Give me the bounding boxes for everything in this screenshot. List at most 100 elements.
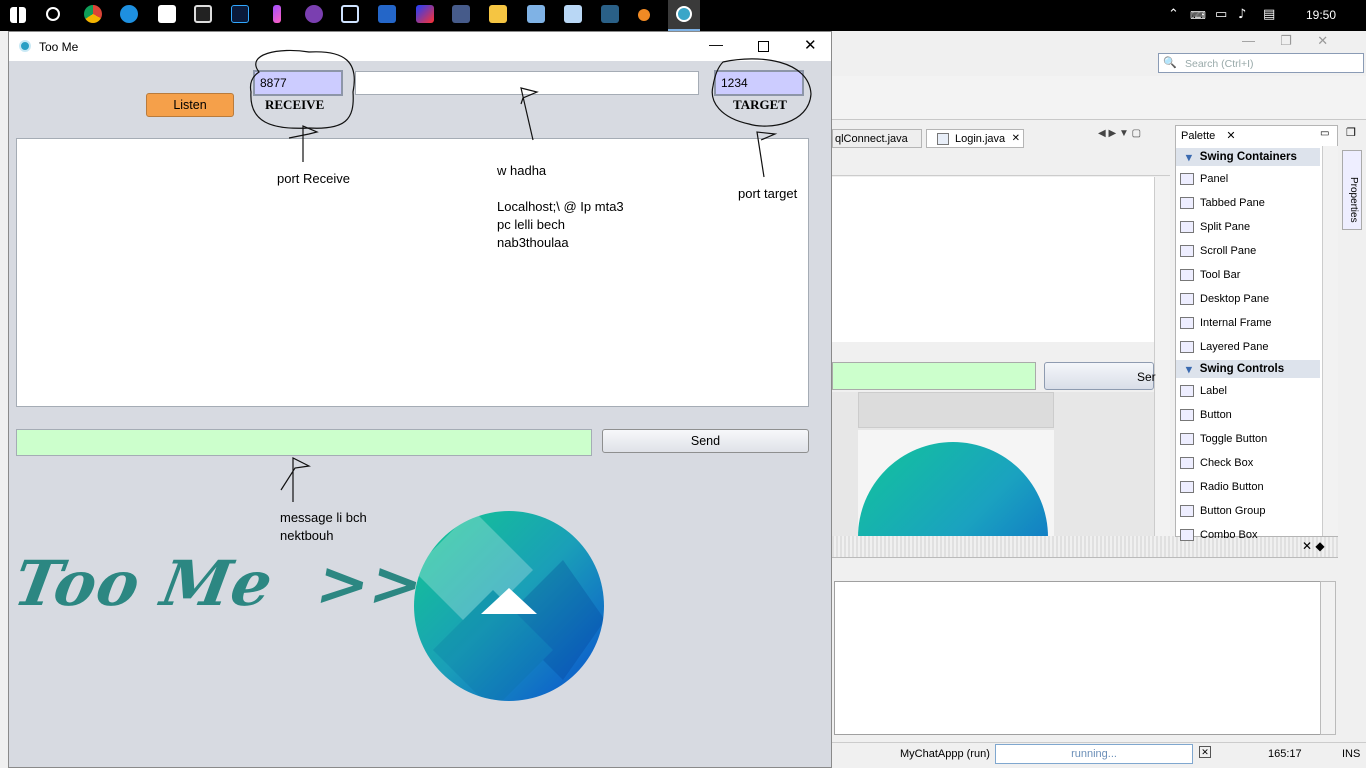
- notes-icon[interactable]: [527, 5, 545, 23]
- palette-item-label: Split Pane: [1200, 221, 1251, 233]
- tab-label: Login.java: [955, 133, 1006, 145]
- preview-bottom-area: [832, 392, 1154, 543]
- palette-item-label: Panel: [1200, 173, 1229, 185]
- design-scrollbar[interactable]: [1154, 177, 1170, 537]
- search-icon[interactable]: [46, 7, 60, 21]
- start-windows-icon[interactable]: [10, 7, 26, 23]
- tab-nav-arrows[interactable]: ◀ ▶ ▼ ▢: [1098, 128, 1168, 144]
- volume-icon[interactable]: ♪: [1238, 7, 1246, 22]
- splitter-close-icon[interactable]: ✕ ◆: [1302, 539, 1325, 553]
- palette-item-button[interactable]: Button: [1180, 404, 1232, 426]
- palette-item-label: Radio Button: [1200, 481, 1264, 493]
- palette-category-swing-containers[interactable]: ▾ Swing Containers: [1176, 148, 1320, 166]
- editor-toolbar: [832, 150, 1170, 176]
- palette-item-label: Label: [1200, 385, 1227, 397]
- editor-tab-sqlconnect[interactable]: qlConnect.java: [832, 129, 922, 148]
- palette-item-label: Layered Pane: [1200, 341, 1269, 353]
- palette-item-label: Internal Frame: [1200, 317, 1272, 329]
- annotation-port-target: port target: [738, 186, 798, 201]
- component-icon: [1180, 293, 1194, 305]
- bolt-icon[interactable]: [273, 5, 281, 23]
- palette-item-label: Tool Bar: [1200, 269, 1241, 281]
- editor-tab-login[interactable]: Login.java ✕: [926, 129, 1024, 148]
- palette-item-desktop-pane[interactable]: Desktop Pane: [1180, 288, 1269, 310]
- close-palette-icon[interactable]: ✕: [1226, 130, 1235, 142]
- media-icon[interactable]: [194, 5, 212, 23]
- component-icon: [1180, 481, 1194, 493]
- mysql-icon[interactable]: [601, 5, 619, 23]
- component-icon: [1180, 409, 1194, 421]
- component-icon: [1180, 221, 1194, 233]
- minimize-palette-icon[interactable]: ▭: [1320, 128, 1329, 139]
- palette-item-check-box[interactable]: Check Box: [1180, 452, 1253, 474]
- component-icon: [1180, 529, 1194, 541]
- ide-toolbar: [832, 76, 1366, 120]
- sphere-icon[interactable]: [305, 5, 323, 23]
- palette-item-label: Scroll Pane: [1200, 245, 1257, 257]
- component-icon: [1180, 197, 1194, 209]
- component-icon: [1180, 173, 1194, 185]
- palette-scrollbar[interactable]: [1322, 146, 1338, 536]
- component-icon: [1180, 457, 1194, 469]
- clock[interactable]: 19:50: [1306, 8, 1336, 22]
- ide-window-controls: — ❐ ✕: [1242, 33, 1329, 48]
- palette-item-split-pane[interactable]: Split Pane: [1180, 216, 1250, 238]
- preview-send-label: Ser: [1137, 370, 1156, 384]
- keyboard-icon[interactable]: ⌨: [1190, 9, 1206, 22]
- folder-icon[interactable]: [489, 5, 507, 23]
- status-insert-mode: INS: [1342, 748, 1361, 760]
- component-icon: [1180, 505, 1194, 517]
- edge-icon[interactable]: [120, 5, 138, 23]
- palette-title: Palette: [1181, 130, 1216, 142]
- palette-item-layered-pane[interactable]: Layered Pane: [1180, 336, 1269, 358]
- palette-item-label: Tabbed Pane: [1200, 197, 1265, 209]
- chevron-up-icon[interactable]: ⌃: [1168, 7, 1179, 22]
- app-icon[interactable]: [416, 5, 434, 23]
- yb-icon[interactable]: [378, 5, 396, 23]
- virtualbox-icon[interactable]: [341, 5, 359, 23]
- too-me-window: Too Me — ✕ 8877 RECEIVE Listen 1234 TARG…: [8, 31, 832, 768]
- palette-category-swing-controls[interactable]: ▾ Swing Controls: [1176, 360, 1320, 378]
- store-icon[interactable]: [158, 5, 176, 23]
- palette-item-combo-box[interactable]: Combo Box: [1180, 524, 1257, 546]
- palette-item-tool-bar[interactable]: Tool Bar: [1180, 264, 1240, 286]
- palette-item-internal-frame[interactable]: Internal Frame: [1180, 312, 1272, 334]
- status-running-label: running...: [1071, 748, 1117, 760]
- close-tab-icon[interactable]: ✕: [1012, 133, 1020, 144]
- cube-icon[interactable]: [564, 5, 582, 23]
- too-me-app-icon: [676, 6, 692, 22]
- palette-tab[interactable]: Palette ✕: [1176, 126, 1236, 144]
- annotation-port-receive: port Receive: [277, 171, 350, 186]
- component-icon: [1180, 433, 1194, 445]
- palette-item-radio-button[interactable]: Radio Button: [1180, 476, 1264, 498]
- java-file-icon: [937, 133, 949, 145]
- chrome-icon[interactable]: [84, 5, 102, 23]
- ide-search-box[interactable]: 🔍 Search (Ctrl+I): [1158, 53, 1364, 73]
- palette-item-label[interactable]: Label: [1180, 380, 1227, 402]
- netbeans-icon[interactable]: [638, 9, 650, 21]
- palette-item-tabbed-pane[interactable]: Tabbed Pane: [1180, 192, 1265, 214]
- properties-side-tab[interactable]: Properties: [1342, 150, 1362, 230]
- palette-item-scroll-pane[interactable]: Scroll Pane: [1180, 240, 1256, 262]
- output-area[interactable]: [834, 581, 1322, 735]
- tool-icon[interactable]: [452, 5, 470, 23]
- cancel-progress-icon[interactable]: ✕: [1199, 746, 1211, 758]
- component-icon: [1180, 341, 1194, 353]
- palette-item-label: Button: [1200, 409, 1232, 421]
- network-icon[interactable]: ▭: [1215, 7, 1227, 22]
- category-label: Swing Containers: [1199, 151, 1297, 163]
- palette-item-toggle-button[interactable]: Toggle Button: [1180, 428, 1267, 450]
- palette-item-panel[interactable]: Panel: [1180, 168, 1228, 190]
- status-progress-bar: running...: [995, 744, 1193, 764]
- active-app-taskbar-button[interactable]: [668, 0, 700, 31]
- design-canvas[interactable]: [832, 177, 1154, 342]
- photoshop-icon[interactable]: [231, 5, 249, 23]
- collapse-icon: ▾: [1186, 364, 1192, 376]
- output-scrollbar[interactable]: [1320, 581, 1336, 735]
- ide-search-placeholder: Search (Ctrl+I): [1185, 58, 1254, 70]
- palette-item-button-group[interactable]: Button Group: [1180, 500, 1265, 522]
- ide-splitter[interactable]: [832, 536, 1338, 558]
- palette-item-label: Check Box: [1200, 457, 1254, 469]
- notifications-icon[interactable]: ▤: [1263, 7, 1275, 22]
- maximize-panel-icon[interactable]: ❐: [1346, 126, 1356, 139]
